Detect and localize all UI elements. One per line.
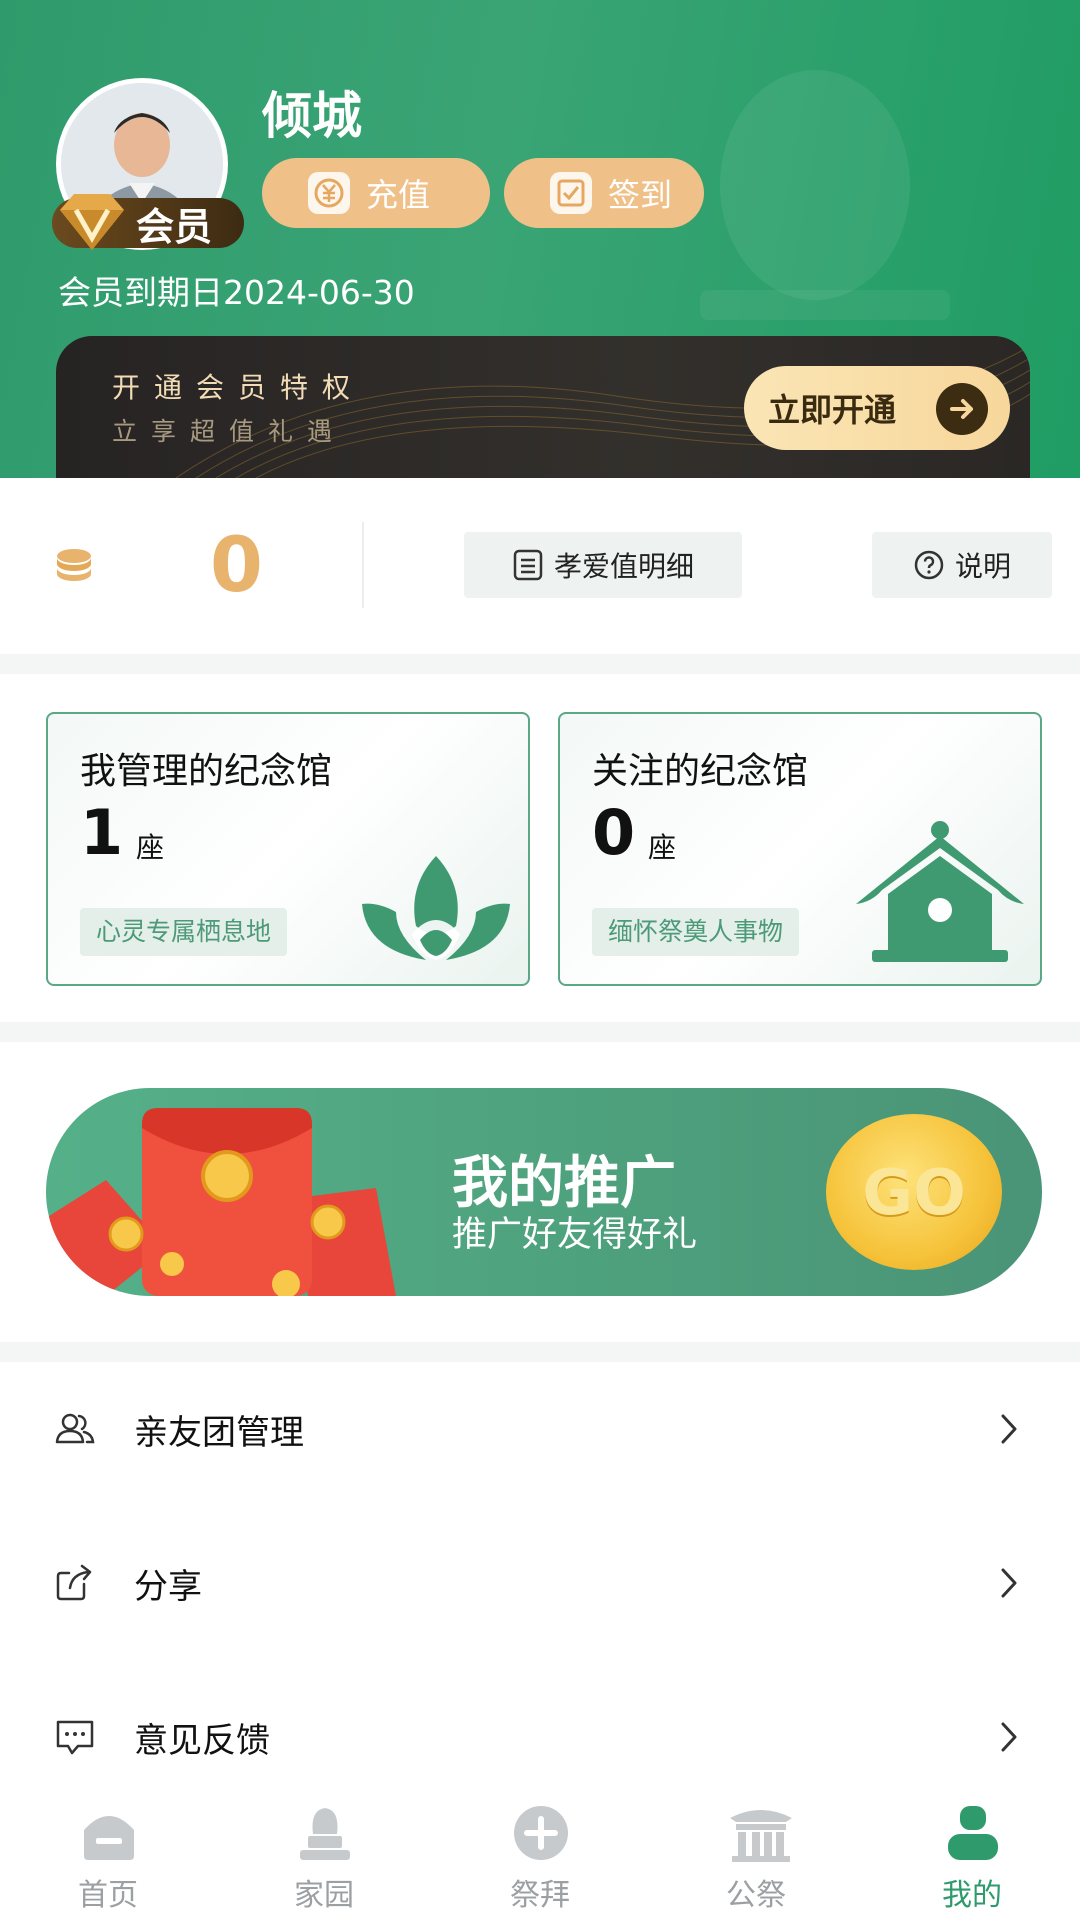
group-icon (55, 1413, 95, 1444)
card-unit: 座 (136, 831, 165, 864)
nav-tab-homeland[interactable]: 家园 (216, 1786, 432, 1920)
checkin-icon (550, 172, 592, 214)
share-icon (56, 1564, 92, 1601)
arrow-right-icon (936, 383, 988, 435)
menu-item-label: 意见反馈 (134, 1720, 270, 1761)
card-title: 我管理的纪念馆 (80, 751, 333, 792)
vip-expire-date: 会员到期日2024-06-30 (58, 273, 415, 312)
coins-icon (57, 549, 91, 581)
username: 倾城 (262, 87, 362, 145)
bottom-nav: 首页 家园 祭拜 公祭 我的 (0, 1786, 1080, 1920)
lotus-icon (362, 856, 510, 960)
card-tag: 心灵专属栖息地 (80, 908, 288, 956)
menu-item-label: 分享 (134, 1566, 202, 1607)
person-icon (948, 1806, 998, 1860)
points-divider (362, 522, 364, 608)
vip-promo-bar[interactable]: 开通会员特权 立享超值礼遇 立即开通 (56, 336, 1030, 478)
followed-memorials-card[interactable]: 关注的纪念馆 0 座 缅怀祭奠人事物 (558, 712, 1042, 986)
promotion-banner[interactable]: 我的推广 推广好友得好礼 GO (46, 1088, 1042, 1296)
promo-subtitle: 推广好友得好礼 (452, 1215, 698, 1255)
points-detail-button[interactable]: 孝爱值明细 (464, 532, 742, 598)
nav-tab-label: 祭拜 (510, 1878, 570, 1913)
card-count: 1 (80, 796, 124, 869)
tomb-icon (300, 1808, 350, 1860)
menu-item-feedback[interactable]: 意见反馈 (0, 1682, 1080, 1792)
section-separator (0, 654, 1080, 674)
go-label: GO (862, 1155, 966, 1229)
temple-icon (730, 1810, 792, 1862)
home-icon (84, 1816, 134, 1860)
card-title: 关注的纪念馆 (592, 751, 809, 792)
red-envelope-icon (46, 1108, 396, 1296)
vip-promo-title: 开通会员特权 (112, 371, 365, 404)
question-icon (914, 550, 944, 580)
open-vip-button[interactable]: 立即开通 (744, 366, 1010, 450)
points-help-button[interactable]: 说明 (872, 532, 1052, 598)
points-help-label: 说明 (954, 550, 1011, 583)
checkin-label: 签到 (608, 176, 673, 214)
nav-tab-worship[interactable]: 祭拜 (432, 1786, 648, 1920)
card-count: 0 (592, 796, 636, 869)
nav-tab-label: 首页 (78, 1878, 138, 1913)
chevron-right-icon (1001, 1568, 1017, 1598)
card-unit: 座 (648, 831, 677, 864)
chevron-right-icon (1001, 1722, 1017, 1752)
open-vip-label: 立即开通 (768, 391, 897, 429)
menu-item-label: 亲友团管理 (134, 1412, 304, 1453)
points-value: 0 (210, 520, 263, 609)
vip-badge: 会员 (52, 194, 244, 250)
menu-item-share[interactable]: 分享 (0, 1528, 1080, 1638)
recharge-button[interactable]: 充值 (262, 158, 490, 228)
profile-header: 会员 倾城 充值 签到 会员到期日2024-06-30 开通会员特权 立享超值礼… (0, 0, 1080, 478)
chevron-right-icon (1001, 1414, 1017, 1444)
vip-badge-label: 会员 (136, 204, 213, 249)
feedback-icon (56, 1720, 94, 1755)
list-icon (513, 549, 543, 581)
menu-item-friends-group[interactable]: 亲友团管理 (0, 1374, 1080, 1484)
header-decoration (720, 70, 910, 300)
yuan-icon (308, 172, 350, 214)
nav-tab-mine[interactable]: 我的 (864, 1786, 1080, 1920)
go-coin-button[interactable]: GO (826, 1114, 1002, 1270)
nav-tab-label: 我的 (942, 1878, 1002, 1913)
nav-tab-label: 公祭 (726, 1878, 786, 1913)
nav-tab-public-memorial[interactable]: 公祭 (648, 1786, 864, 1920)
card-tag: 缅怀祭奠人事物 (592, 908, 800, 956)
pavilion-icon (856, 821, 1024, 962)
plus-circle-icon (514, 1806, 568, 1860)
recharge-label: 充值 (366, 176, 431, 214)
checkin-button[interactable]: 签到 (504, 158, 704, 228)
points-row: 0 孝爱值明细 说明 (0, 478, 1080, 654)
section-separator (0, 1022, 1080, 1042)
nav-tab-label: 家园 (294, 1878, 354, 1913)
section-separator (0, 1342, 1080, 1362)
points-detail-label: 孝爱值明细 (553, 550, 694, 583)
diamond-icon (60, 194, 124, 250)
managed-memorials-card[interactable]: 我管理的纪念馆 1 座 心灵专属栖息地 (46, 712, 530, 986)
vip-promo-subtitle: 立享超值礼遇 (112, 417, 347, 446)
nav-tab-home[interactable]: 首页 (0, 1786, 216, 1920)
header-decoration-base (700, 290, 950, 320)
